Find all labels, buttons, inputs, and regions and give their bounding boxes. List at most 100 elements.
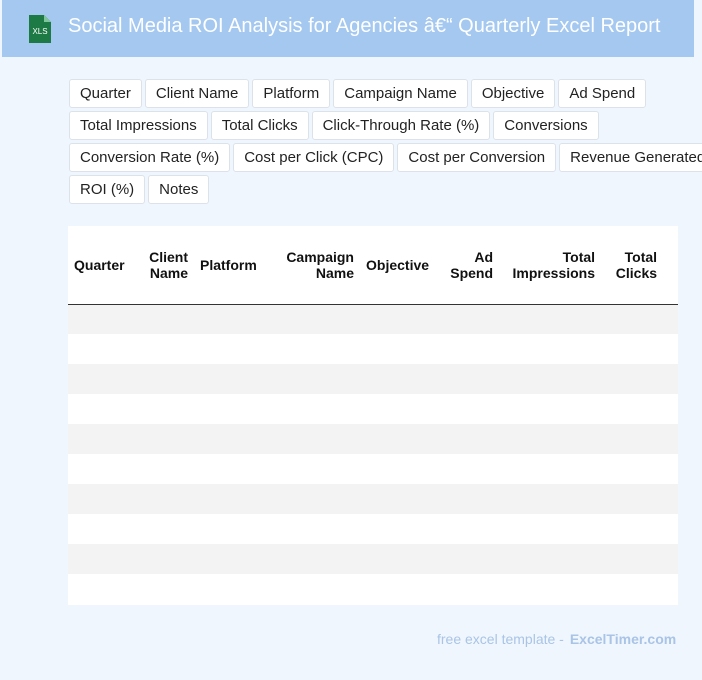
table-cell[interactable] — [140, 514, 194, 544]
table-cell[interactable] — [663, 514, 678, 544]
column-chip[interactable]: Platform — [252, 79, 331, 108]
table-cell[interactable] — [435, 574, 500, 604]
table-cell[interactable] — [272, 394, 360, 424]
column-chip[interactable]: Notes — [148, 175, 210, 204]
table-cell[interactable] — [601, 544, 664, 574]
table-cell[interactable] — [360, 484, 436, 514]
column-header[interactable]: Click-Through Rate (%) — [663, 226, 678, 305]
table-cell[interactable] — [601, 574, 664, 604]
column-chip[interactable]: Ad Spend — [558, 79, 647, 108]
table-cell[interactable] — [435, 544, 500, 574]
column-header[interactable]: Client Name — [140, 226, 194, 305]
table-cell[interactable] — [360, 364, 436, 394]
column-chip[interactable]: ROI (%) — [69, 175, 146, 204]
table-cell[interactable] — [601, 364, 664, 394]
table-cell[interactable] — [272, 514, 360, 544]
table-cell[interactable] — [499, 514, 602, 544]
table-cell[interactable] — [68, 304, 140, 334]
table-cell[interactable] — [601, 484, 664, 514]
table-cell[interactable] — [499, 304, 602, 334]
table-cell[interactable] — [601, 424, 664, 454]
footer-brand-link[interactable]: ExcelTimer.com — [570, 631, 676, 647]
table-cell[interactable] — [663, 544, 678, 574]
table-cell[interactable] — [435, 334, 500, 364]
table-cell[interactable] — [194, 334, 272, 364]
table-cell[interactable] — [68, 454, 140, 484]
column-chip[interactable]: Conversions — [493, 111, 599, 140]
column-chip[interactable]: Conversion Rate (%) — [69, 143, 231, 172]
table-cell[interactable] — [272, 574, 360, 604]
table-cell[interactable] — [68, 334, 140, 364]
table-cell[interactable] — [140, 424, 194, 454]
table-cell[interactable] — [435, 394, 500, 424]
column-chip[interactable]: Revenue Generated — [559, 143, 702, 172]
column-chip[interactable]: Cost per Click (CPC) — [233, 143, 395, 172]
table-cell[interactable] — [663, 424, 678, 454]
table-cell[interactable] — [663, 574, 678, 604]
table-cell[interactable] — [272, 334, 360, 364]
table-cell[interactable] — [140, 364, 194, 394]
column-chip[interactable]: Campaign Name — [333, 79, 468, 108]
column-chip[interactable]: Cost per Conversion — [397, 143, 557, 172]
table-cell[interactable] — [68, 544, 140, 574]
table-cell[interactable] — [140, 394, 194, 424]
table-cell[interactable] — [663, 334, 678, 364]
table-cell[interactable] — [663, 364, 678, 394]
table-cell[interactable] — [194, 514, 272, 544]
table-cell[interactable] — [360, 394, 436, 424]
table-cell[interactable] — [435, 514, 500, 544]
table-cell[interactable] — [68, 424, 140, 454]
table-cell[interactable] — [601, 304, 664, 334]
column-header[interactable]: Total Impressions — [499, 226, 602, 305]
table-cell[interactable] — [194, 394, 272, 424]
column-header[interactable]: Ad Spend — [435, 226, 500, 305]
table-cell[interactable] — [272, 544, 360, 574]
table-cell[interactable] — [360, 454, 436, 484]
table-cell[interactable] — [272, 364, 360, 394]
column-header[interactable]: Campaign Name — [272, 226, 360, 305]
table-cell[interactable] — [194, 424, 272, 454]
table-cell[interactable] — [272, 484, 360, 514]
table-cell[interactable] — [140, 484, 194, 514]
table-cell[interactable] — [499, 364, 602, 394]
table-cell[interactable] — [601, 454, 664, 484]
table-cell[interactable] — [663, 304, 678, 334]
column-chip[interactable]: Click-Through Rate (%) — [311, 111, 491, 140]
table-cell[interactable] — [499, 394, 602, 424]
table-cell[interactable] — [601, 514, 664, 544]
table-cell[interactable] — [194, 454, 272, 484]
table-cell[interactable] — [499, 424, 602, 454]
column-chip[interactable]: Quarter — [69, 79, 142, 108]
table-cell[interactable] — [663, 484, 678, 514]
table-cell[interactable] — [194, 364, 272, 394]
table-cell[interactable] — [360, 304, 436, 334]
column-header[interactable]: Objective — [360, 226, 436, 305]
table-cell[interactable] — [499, 544, 602, 574]
data-table-container[interactable]: Quarter Client Name Platform Campaign Name O… — [68, 226, 678, 605]
table-cell[interactable] — [194, 484, 272, 514]
table-cell[interactable] — [194, 304, 272, 334]
table-cell[interactable] — [140, 454, 194, 484]
column-chip[interactable]: Client Name — [144, 79, 250, 108]
table-cell[interactable] — [601, 394, 664, 424]
table-cell[interactable] — [435, 304, 500, 334]
column-chip[interactable]: Total Impressions — [69, 111, 208, 140]
table-cell[interactable] — [272, 304, 360, 334]
table-cell[interactable] — [140, 334, 194, 364]
table-cell[interactable] — [140, 574, 194, 604]
column-chip[interactable]: Total Clicks — [210, 111, 309, 140]
table-cell[interactable] — [435, 484, 500, 514]
table-cell[interactable] — [68, 484, 140, 514]
table-cell[interactable] — [663, 394, 678, 424]
table-cell[interactable] — [435, 424, 500, 454]
table-cell[interactable] — [435, 454, 500, 484]
table-cell[interactable] — [68, 514, 140, 544]
column-chip[interactable]: Objective — [470, 79, 556, 108]
column-header[interactable]: Total Clicks — [601, 226, 664, 305]
column-header[interactable]: Platform — [194, 226, 272, 305]
table-cell[interactable] — [499, 484, 602, 514]
table-cell[interactable] — [140, 544, 194, 574]
table-cell[interactable] — [68, 394, 140, 424]
table-cell[interactable] — [360, 574, 436, 604]
table-cell[interactable] — [601, 334, 664, 364]
